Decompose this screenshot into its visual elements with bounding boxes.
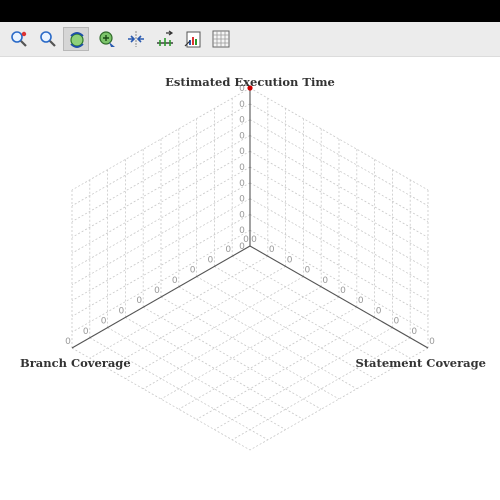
zoom-icon xyxy=(40,31,56,47)
y-tick-label: 0 xyxy=(225,245,231,255)
window-title-bar xyxy=(0,0,500,22)
grid-line xyxy=(249,166,429,270)
x-axis-line xyxy=(249,245,429,349)
y-tick-label: 0 xyxy=(101,317,107,327)
zoom-in-button[interactable] xyxy=(6,27,32,51)
export-icon xyxy=(184,31,201,48)
grid-toggle-button[interactable] xyxy=(208,27,234,51)
y-tick-label: 0 xyxy=(65,337,71,347)
rotate-icon xyxy=(70,32,84,48)
grid-line xyxy=(71,198,251,301)
x-tick-label: 0 xyxy=(251,235,257,245)
x-tick-label: 0 xyxy=(358,296,364,306)
y-tick-label: 0 xyxy=(154,286,160,296)
x-tick-label: 0 xyxy=(411,327,417,337)
z-axis-title: Estimated Execution Time xyxy=(165,75,335,89)
pan-button[interactable] xyxy=(94,27,120,51)
x-tick-label: 0 xyxy=(269,245,275,255)
grid-line xyxy=(178,306,357,410)
y-axis-title: Branch Coverage xyxy=(20,356,131,370)
3d-scatter-plot[interactable]: 000000000000000000000000000000000 Estima… xyxy=(0,56,500,500)
z-tick-label: 0 xyxy=(239,179,245,189)
pan-icon xyxy=(99,31,115,47)
z-tick-label: 0 xyxy=(239,131,245,141)
y-tick-label: 0 xyxy=(190,266,196,276)
scale-button[interactable] xyxy=(152,27,178,51)
grid-line xyxy=(249,135,429,238)
y-tick-label: 0 xyxy=(119,306,125,316)
x-tick-label: 0 xyxy=(394,317,400,327)
grid-line xyxy=(71,135,251,238)
grid-line xyxy=(196,317,375,420)
grid-line xyxy=(249,119,429,222)
grid-line xyxy=(143,306,322,410)
grid-line xyxy=(249,182,429,286)
x-axis-title: Statement Coverage xyxy=(355,356,486,370)
chart-toolbar xyxy=(0,22,500,57)
grid-line xyxy=(71,119,251,222)
z-tick-label: 0 xyxy=(239,147,245,157)
y-tick-label: 0 xyxy=(83,327,89,337)
grid-line xyxy=(71,150,251,254)
grid-line xyxy=(71,182,251,286)
z-tick-label: 0 xyxy=(239,195,245,205)
x-tick-label: 0 xyxy=(340,286,346,296)
grid-line xyxy=(160,296,340,400)
z-tick-label: 0 xyxy=(239,210,245,220)
x-tick-label: 0 xyxy=(287,255,293,265)
grid-line xyxy=(249,103,429,207)
x-tick-label: 0 xyxy=(305,266,311,276)
y-tick-label: 0 xyxy=(172,276,178,286)
zoom-in-icon xyxy=(11,31,27,47)
y-tick-label: 0 xyxy=(208,255,214,265)
grid-line xyxy=(249,150,429,254)
scale-icon xyxy=(157,30,174,46)
fit-button[interactable] xyxy=(123,27,149,51)
z-tick-label: 0 xyxy=(239,100,245,110)
x-tick-label: 0 xyxy=(429,337,435,347)
zoom-button[interactable] xyxy=(35,27,61,51)
x-tick-label: 0 xyxy=(376,306,382,316)
export-button[interactable] xyxy=(180,27,206,51)
grid-line xyxy=(125,317,304,420)
y-tick-label: 0 xyxy=(136,296,142,306)
grid-line xyxy=(71,229,251,333)
grid-line xyxy=(249,229,429,333)
rotate-button[interactable] xyxy=(63,27,89,51)
grid-line xyxy=(71,103,251,207)
grid-icon xyxy=(212,30,230,48)
z-tick-label: 0 xyxy=(239,163,245,173)
y-axis-line xyxy=(71,245,251,349)
fit-icon xyxy=(128,31,144,47)
grid-line xyxy=(249,198,429,301)
y-tick-label: 0 xyxy=(243,235,249,245)
x-tick-label: 0 xyxy=(322,276,328,286)
z-tick-label: 0 xyxy=(239,116,245,126)
grid-line xyxy=(160,296,340,400)
grid-line xyxy=(71,166,251,270)
grid-line xyxy=(71,214,251,317)
grid-line xyxy=(249,214,429,317)
